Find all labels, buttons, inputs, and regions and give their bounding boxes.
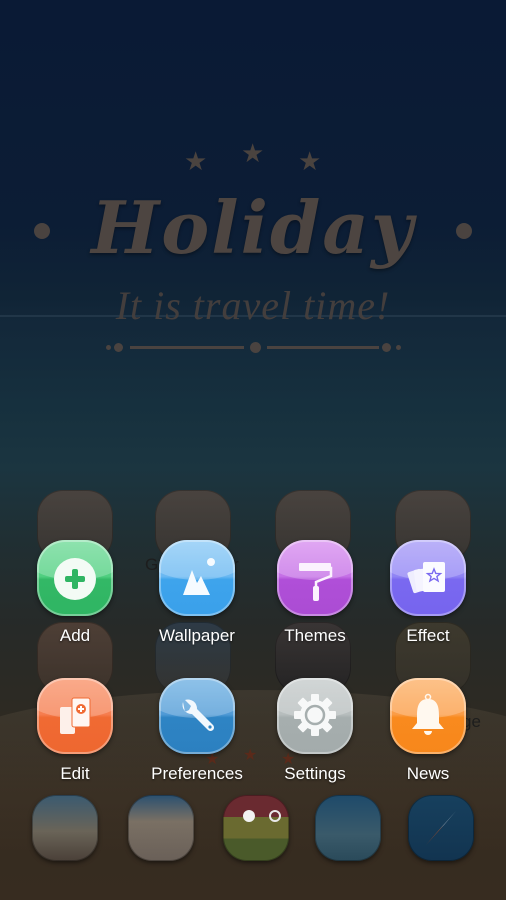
wallpaper-stars: ★ ★ ★: [0, 140, 506, 180]
mountain-image-icon: [183, 558, 215, 595]
ornament-dot-right: [456, 223, 472, 239]
dock-seashell-icon[interactable]: [32, 795, 98, 861]
paint-roller-icon: [299, 563, 333, 601]
menu-label: Preferences: [151, 764, 243, 783]
menu-label: Effect: [406, 626, 450, 645]
star-icon: ★: [298, 146, 322, 176]
edit-pages-icon: [60, 697, 91, 734]
menu-label: Wallpaper: [159, 626, 235, 645]
menu-item-wallpaper[interactable]: Wallpaper: [142, 540, 252, 646]
wallpaper-tile: [159, 540, 235, 616]
star-icon: ★: [184, 146, 208, 176]
menu-item-settings[interactable]: Settings: [260, 678, 370, 784]
menu-label: Edit: [60, 764, 90, 783]
page-dot-active[interactable]: [243, 810, 255, 822]
add-tile: [37, 540, 113, 616]
settings-tile: [277, 678, 353, 754]
page-dot-inactive[interactable]: [269, 810, 281, 822]
dock-contacts-icon[interactable]: [128, 795, 194, 861]
cards-star-icon: [407, 562, 445, 594]
effect-tile: [390, 540, 466, 616]
menu-item-news[interactable]: News: [373, 678, 483, 784]
wallpaper-tagline: It is travel time!: [115, 283, 391, 328]
dock-flag-app-icon[interactable]: [223, 795, 289, 861]
dock-compass-icon[interactable]: [408, 795, 474, 861]
menu-item-preferences[interactable]: Preferences: [142, 678, 252, 784]
menu-label: Themes: [284, 626, 346, 645]
news-tile: [390, 678, 466, 754]
wrench-icon: [182, 699, 215, 732]
menu-label: Add: [59, 626, 91, 645]
themes-tile: [277, 540, 353, 616]
dock-bottle-icon[interactable]: [315, 795, 381, 861]
menu-item-themes[interactable]: Themes: [260, 540, 370, 646]
menu-item-edit[interactable]: Edit: [20, 678, 130, 784]
plus-circle-icon: [54, 558, 96, 600]
menu-label: Settings: [284, 764, 346, 783]
preferences-tile: [159, 678, 235, 754]
gear-icon: [294, 694, 336, 736]
ornament-divider: [104, 341, 406, 353]
menu-item-add[interactable]: Add: [20, 540, 130, 646]
menu-item-effect[interactable]: Effect: [373, 540, 483, 646]
compass-needle-icon: [426, 811, 456, 845]
wallpaper-title: Holiday: [91, 185, 415, 270]
star-icon: ★: [241, 138, 265, 168]
menu-label: News: [406, 764, 450, 783]
bell-icon: [412, 693, 444, 735]
edit-tile: [37, 678, 113, 754]
